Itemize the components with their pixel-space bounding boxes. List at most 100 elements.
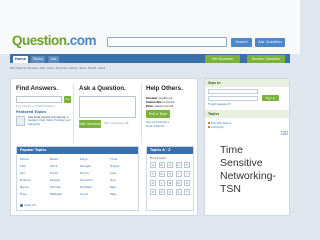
topics-title: Topics <box>205 110 289 118</box>
email-field[interactable] <box>208 89 258 94</box>
logo-main-text: Question <box>12 33 67 48</box>
letter-box[interactable]: F <box>150 171 156 177</box>
view-all-label: View all <box>24 203 36 207</box>
ad-line: Sensitive <box>220 157 263 169</box>
letter-box[interactable]: D <box>175 162 182 168</box>
popular-topic-link[interactable]: Fonts <box>50 171 58 175</box>
column-divider <box>141 83 142 143</box>
column-divider <box>73 83 74 143</box>
help-line-text: reward points. <box>153 104 175 108</box>
popular-topic-link[interactable]: Life <box>20 164 25 168</box>
logo-suffix-text: .com <box>66 33 97 48</box>
find-topic-button[interactable]: Find a Topic <box>146 109 170 118</box>
popular-topic-link[interactable]: Hours <box>80 171 89 175</box>
bullet-icon <box>208 122 210 124</box>
help-others-title: Help Others. <box>146 85 183 92</box>
letter-box[interactable]: G <box>158 171 165 177</box>
view-all-link[interactable]: View all <box>20 203 36 207</box>
ad-choices-icon[interactable]: Ad <box>281 131 288 135</box>
how-it-works-link[interactable]: How it Works <box>146 124 164 128</box>
tab-home[interactable]: Home <box>13 55 28 63</box>
find-go-button[interactable]: Go <box>64 96 71 103</box>
tab-topics[interactable]: Topics <box>31 55 45 63</box>
popular-topic-link[interactable]: News <box>50 157 58 161</box>
question-textarea[interactable] <box>79 96 136 118</box>
letter-box[interactable]: K <box>150 180 156 186</box>
popular-topic-link[interactable]: Name <box>20 185 29 189</box>
popular-topic-link[interactable]: Free <box>20 192 26 196</box>
advertisement[interactable]: Ad Time Sensitive Networking- TSN <box>208 131 288 215</box>
popular-topic-link[interactable]: Guy <box>110 178 116 182</box>
sign-in-button[interactable]: Sign In <box>262 95 279 101</box>
bullet-icon <box>208 126 210 128</box>
site-header: Question.com Search Ask Question <box>0 0 300 54</box>
tab-ask[interactable]: Ask <box>48 55 59 63</box>
letter-box[interactable]: J <box>184 171 190 177</box>
popular-topic-link[interactable]: Days <box>80 157 88 161</box>
password-field[interactable] <box>208 96 258 101</box>
popular-topic-link[interactable]: Problem <box>80 185 92 189</box>
letter-box[interactable]: R <box>167 189 173 195</box>
search-button[interactable]: Search <box>231 37 252 47</box>
popular-topic-link[interactable]: Live <box>110 171 116 175</box>
letter-box[interactable]: S <box>175 189 182 195</box>
letter-box[interactable]: M <box>167 180 173 186</box>
popular-topic-link[interactable]: Friend <box>110 164 119 168</box>
topic-link-all[interactable]: All topics <box>211 125 224 129</box>
ad-text: Time Sensitive Networking- TSN <box>220 144 288 196</box>
popular-topic-link[interactable]: Movie <box>20 157 29 161</box>
get-question-button[interactable]: Get Question <box>205 55 240 63</box>
popular-topic-link[interactable]: Question <box>80 178 93 182</box>
letter-box[interactable]: B <box>158 162 165 168</box>
main-panel: Find Answers. Go E.g.: Lincoln's or Math… <box>10 78 198 216</box>
topics-az-subtitle: Find a topic: <box>150 156 168 160</box>
help-line-earn: Earn reward points. <box>146 104 174 108</box>
right-sidebar: Sign In Sign In Forgot password? Topics … <box>204 78 290 216</box>
ad-line: Networking- <box>220 170 277 182</box>
featured-links[interactable]: Gadget, Diet, Web, Holiday and Celebrity <box>28 118 70 126</box>
popular-topic-link[interactable]: Women <box>50 185 61 189</box>
signin-title: Sign In <box>205 79 289 87</box>
featured-topics-label: Featured Topics <box>16 110 47 114</box>
find-answers-input[interactable] <box>16 96 62 103</box>
popular-topic-link[interactable]: Time <box>110 157 117 161</box>
post-question-button[interactable]: Post Question <box>79 120 101 128</box>
popular-topic-link[interactable]: Girl <box>20 171 25 175</box>
forgot-password-link[interactable]: Forgot password? <box>208 103 231 106</box>
letter-box[interactable]: L <box>158 180 165 186</box>
popular-topic-link[interactable]: Men <box>110 185 116 189</box>
letter-box[interactable]: T <box>184 189 190 195</box>
popular-topic-link[interactable]: Friends <box>20 178 31 182</box>
ask-question-button[interactable]: Ask Question <box>255 37 285 47</box>
popular-topic-link[interactable]: Good <box>80 192 88 196</box>
letter-box[interactable]: H <box>167 171 173 177</box>
popular-topics-title: Popular Topics <box>17 147 138 154</box>
search-input[interactable] <box>107 37 227 47</box>
letter-box[interactable]: Q <box>158 189 165 195</box>
ask-question-title: Ask a Question. <box>79 85 126 92</box>
popular-topic-link[interactable]: Work <box>50 164 58 168</box>
popular-topic-link[interactable]: Play <box>110 192 116 196</box>
featured-topics-text: See what people are asking in Gadget, Di… <box>28 115 72 126</box>
letter-box[interactable]: I <box>175 171 182 177</box>
char-count-text: 140 characters left <box>104 122 129 125</box>
topics-az-box: Topics A - Z Find a topic: ABCDE FGHIJ KLM… <box>146 146 194 211</box>
letter-box[interactable]: P <box>150 189 156 195</box>
topics-az-title: Topics A - Z <box>147 147 193 154</box>
popular-topic-link[interactable]: Google <box>80 164 91 168</box>
letter-box[interactable]: N <box>175 180 182 186</box>
letter-box[interactable]: E <box>184 162 190 168</box>
letter-box[interactable]: C <box>167 162 173 168</box>
ad-line: TSN <box>220 183 241 195</box>
popular-topic-link[interactable]: People <box>50 178 60 182</box>
popular-topic-link[interactable]: Website <box>50 192 62 196</box>
find-answers-title: Find Answers. <box>16 85 59 92</box>
letter-box[interactable]: O <box>184 180 190 186</box>
site-logo[interactable]: Question.com <box>12 33 97 48</box>
find-hint-text: E.g.: Lincoln's or Math Problem <box>16 105 55 108</box>
hot-topics-bar: Hot Topics: Movies, Life, Cars, Friends,… <box>10 66 105 70</box>
popular-topics-box: Popular Topics Movie News Days Time Life Work… <box>16 146 139 211</box>
ad-line: Time <box>220 144 243 156</box>
letter-box[interactable]: A <box>150 162 156 168</box>
answer-question-button[interactable]: Answer Question <box>247 55 285 63</box>
